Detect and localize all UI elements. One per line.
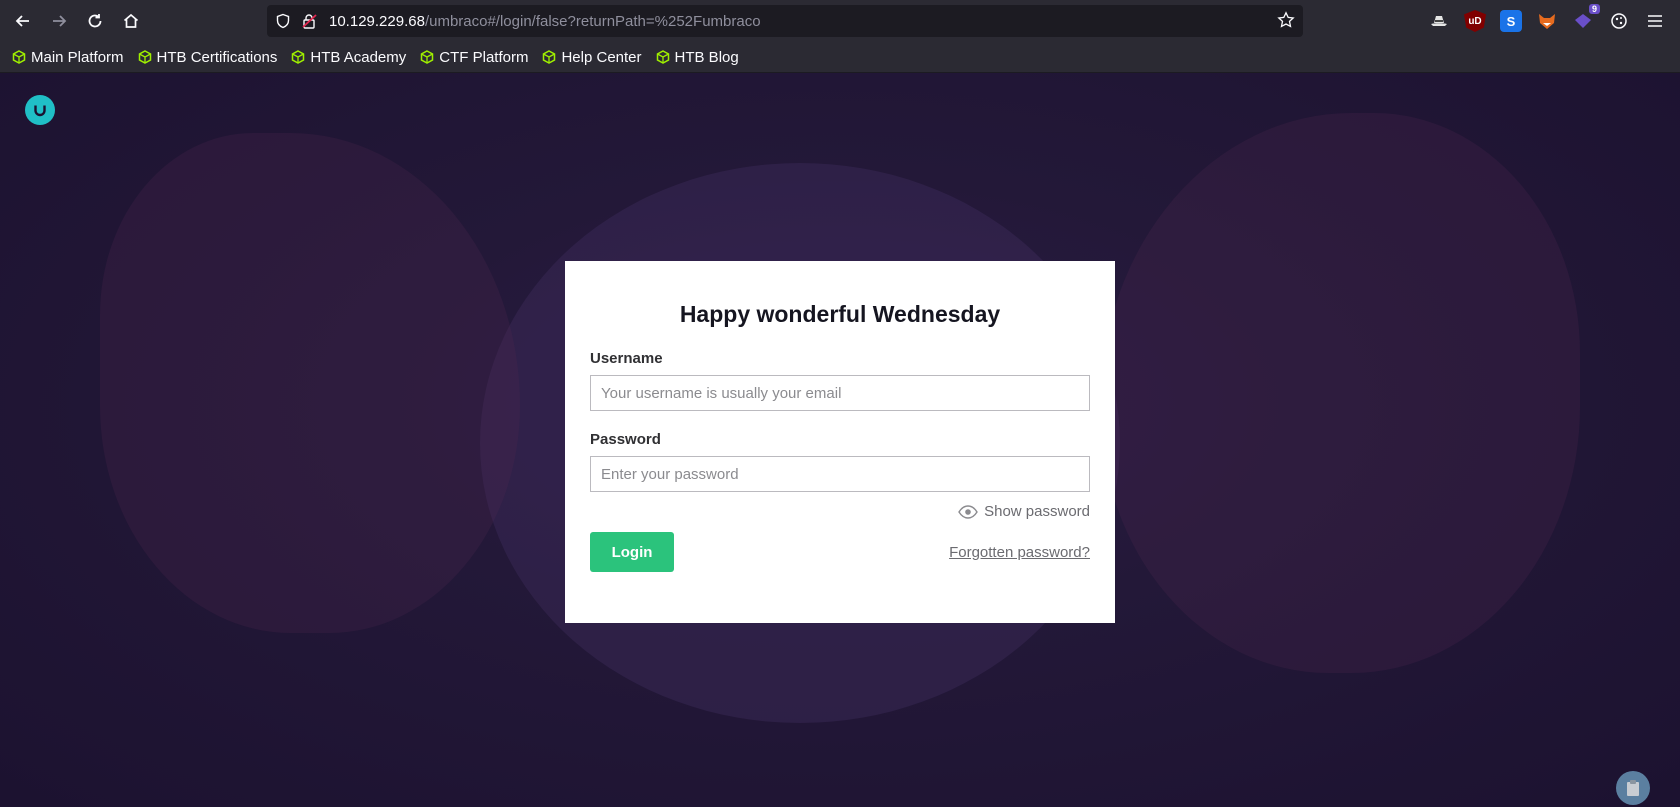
- bookmark-label: HTB Academy: [310, 48, 407, 66]
- eye-icon: [958, 504, 978, 519]
- login-panel: Happy wonderful Wednesday Username Passw…: [565, 261, 1115, 623]
- ublock-icon[interactable]: uD: [1464, 10, 1486, 32]
- arrow-right-icon: [53, 15, 67, 27]
- bookmark-star-icon[interactable]: [1277, 11, 1295, 34]
- s-extension-icon[interactable]: S: [1500, 10, 1522, 32]
- clipboard-icon: [1627, 780, 1639, 796]
- bookmark-label: Main Platform: [31, 48, 124, 66]
- bookmarks-bar: Main Platform HTB Certifications HTB Aca…: [0, 42, 1680, 73]
- home-icon: [123, 13, 139, 28]
- extensions-area: uD S 9: [1421, 0, 1680, 42]
- umbraco-logo-icon: [25, 95, 55, 125]
- shield-icon: [276, 13, 290, 29]
- bookmark-main-platform[interactable]: Main Platform: [12, 49, 124, 66]
- htb-cube-icon: [292, 50, 305, 64]
- reload-button[interactable]: [78, 4, 112, 38]
- bookmark-label: HTB Blog: [674, 48, 739, 66]
- url-path: /umbraco#/login/false?returnPath=%252Fum…: [424, 12, 761, 30]
- wappalyzer-icon[interactable]: 9: [1572, 4, 1600, 32]
- login-button[interactable]: Login: [590, 532, 674, 572]
- htb-cube-icon: [12, 50, 26, 64]
- url-bar[interactable]: 10.129.229.68/umbraco#/login/false?retur…: [267, 5, 1303, 37]
- forward-button[interactable]: [42, 4, 76, 38]
- hat-icon[interactable]: [1428, 10, 1450, 32]
- username-input[interactable]: [590, 375, 1090, 411]
- reload-icon: [88, 14, 102, 28]
- bookmark-ctf-platform[interactable]: CTF Platform: [420, 49, 528, 66]
- login-page: Happy wonderful Wednesday Username Passw…: [0, 73, 1680, 807]
- bookmark-htb-certifications[interactable]: HTB Certifications: [138, 48, 278, 66]
- password-label: Password: [590, 431, 661, 448]
- cookie-icon[interactable]: [1608, 10, 1630, 32]
- browser-toolbar: 10.129.229.68/umbraco#/login/false?retur…: [0, 0, 1680, 42]
- url-host: 10.129.229.68: [329, 12, 425, 30]
- bookmark-htb-academy[interactable]: HTB Academy: [291, 49, 406, 66]
- show-password-label: Show password: [984, 503, 1090, 520]
- back-button[interactable]: [6, 4, 40, 38]
- menu-icon[interactable]: [1644, 10, 1666, 32]
- htb-cube-icon: [656, 50, 669, 64]
- background-hand-right: [1100, 113, 1580, 673]
- bookmark-label: CTF Platform: [439, 48, 529, 66]
- show-password-toggle[interactable]: Show password: [590, 503, 1090, 520]
- fox-icon[interactable]: [1536, 10, 1558, 32]
- bookmark-help-center[interactable]: Help Center: [542, 48, 642, 66]
- arrow-left-icon: [15, 15, 29, 27]
- url-text[interactable]: 10.129.229.68/umbraco#/login/false?retur…: [329, 13, 761, 30]
- wappalyzer-badge: 9: [1588, 4, 1600, 14]
- htb-cube-icon: [138, 50, 151, 64]
- corner-widget-button[interactable]: [1616, 771, 1650, 805]
- login-actions: Login Forgotten password?: [590, 532, 1090, 572]
- password-input[interactable]: [590, 456, 1090, 492]
- username-label: Username: [590, 350, 663, 367]
- bookmark-label: HTB Certifications: [156, 48, 278, 66]
- greeting-heading: Happy wonderful Wednesday: [679, 301, 1001, 327]
- insecure-lock-icon[interactable]: [301, 13, 319, 29]
- bookmark-label: Help Center: [561, 48, 642, 66]
- bookmark-htb-blog[interactable]: HTB Blog: [656, 49, 739, 66]
- background-hand-left: [100, 133, 520, 633]
- htb-cube-icon: [543, 50, 556, 64]
- htb-cube-icon: [421, 50, 434, 64]
- forgotten-password-link[interactable]: Forgotten password?: [949, 544, 1090, 561]
- home-button[interactable]: [114, 4, 148, 38]
